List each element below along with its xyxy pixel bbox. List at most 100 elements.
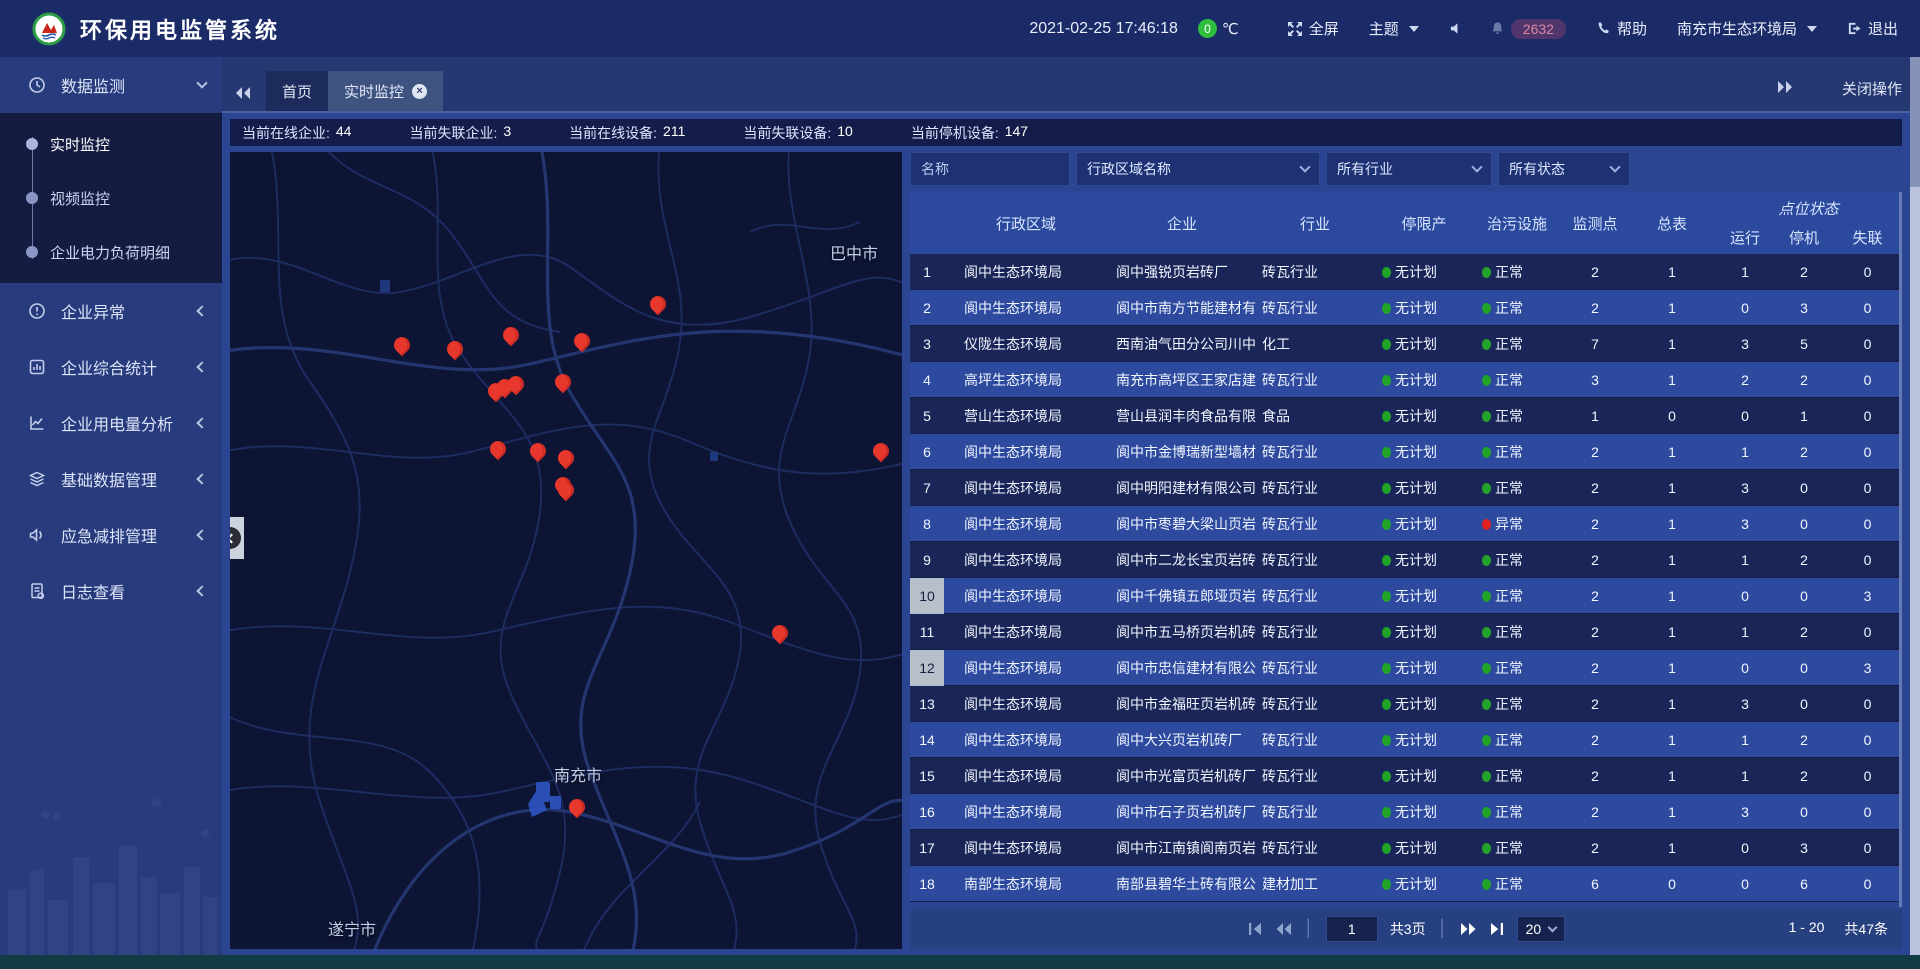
cell-production-status: 无计划: [1374, 766, 1474, 786]
sidebar-item-6[interactable]: 日志查看: [0, 563, 222, 619]
cell-index: 5: [910, 398, 944, 434]
cell-meter-count: 1: [1630, 804, 1714, 820]
table-row[interactable]: 1阆中生态环境局阆中强锐页岩砖厂砖瓦行业无计划正常21120: [910, 254, 1899, 290]
status-dot-green: [1382, 555, 1391, 566]
tab-home[interactable]: 首页: [266, 71, 328, 111]
sidebar-subitem-label: 视频监控: [50, 188, 110, 209]
cell-company: 阆中市金博瑞新型墙材: [1108, 442, 1256, 462]
sidebar-item-5[interactable]: 应急减排管理: [0, 507, 222, 563]
table-row[interactable]: 8阆中生态环境局阆中市枣碧大梁山页岩砖瓦行业无计划异常21300: [910, 506, 1899, 542]
sidebar-subitem-0[interactable]: 实时监控: [0, 117, 222, 171]
cell-company: 阆中市枣碧大梁山页岩: [1108, 514, 1256, 534]
industry-filter-select[interactable]: 所有行业: [1326, 152, 1492, 186]
main-split: 巴中市南充市遂宁市 行政区域名称 所有行业 所有状态 行政区域企业: [230, 152, 1902, 949]
next-page-button[interactable]: [1460, 922, 1477, 936]
sidebar-item-4[interactable]: 基础数据管理: [0, 451, 222, 507]
cell-lost-count: 0: [1832, 732, 1899, 748]
cell-lost-count: 0: [1832, 696, 1899, 712]
table-row[interactable]: 4高坪生态环境局南充市高坪区王家店建砖瓦行业无计划正常31220: [910, 362, 1899, 398]
name-filter-input[interactable]: [910, 152, 1070, 186]
cell-monitor-count: 2: [1560, 480, 1630, 496]
region-filter-select[interactable]: 行政区域名称: [1076, 152, 1320, 186]
sidebar-item-1[interactable]: 企业异常: [0, 283, 222, 339]
table-row[interactable]: 14阆中生态环境局阆中大兴页岩机砖厂砖瓦行业无计划正常21120: [910, 722, 1899, 758]
table-row[interactable]: 16阆中生态环境局阆中市石子页岩机砖厂砖瓦行业无计划正常21300: [910, 794, 1899, 830]
logout-icon: [1847, 21, 1862, 36]
notification-area[interactable]: 2632: [1490, 19, 1566, 39]
fullscreen-label: 全屏: [1309, 18, 1339, 39]
city-skyline-decoration: [0, 795, 222, 955]
page-number-input[interactable]: [1326, 916, 1378, 942]
help-button[interactable]: 帮助: [1596, 18, 1647, 39]
mute-button[interactable]: [1449, 21, 1464, 36]
cell-production-status: 无计划: [1374, 514, 1474, 534]
tabs-forward-button[interactable]: [1776, 79, 1794, 95]
sidebar-item-3[interactable]: 企业用电量分析: [0, 395, 222, 451]
header-cell: 行业: [1256, 192, 1374, 254]
table-row[interactable]: 9阆中生态环境局阆中市二龙长宝页岩砖砖瓦行业无计划正常21120: [910, 542, 1899, 578]
tab-label: 首页: [282, 81, 312, 102]
fullscreen-icon: [1287, 21, 1303, 37]
cell-industry: 砖瓦行业: [1256, 478, 1374, 498]
status-filter-select[interactable]: 所有状态: [1498, 152, 1630, 186]
cell-run-count: 3: [1714, 480, 1776, 496]
org-dropdown[interactable]: 南充市生态环境局: [1677, 18, 1817, 39]
table-row[interactable]: 7阆中生态环境局阆中明阳建材有限公司砖瓦行业无计划正常21300: [910, 470, 1899, 506]
cell-region: 营山生态环境局: [944, 406, 1108, 426]
tabs-collapse-button[interactable]: [234, 85, 252, 101]
table-row[interactable]: 3仪陇生态环境局西南油气田分公司川中化工无计划正常71350: [910, 326, 1899, 362]
table-row[interactable]: 12阆中生态环境局阆中市忠信建材有限公砖瓦行业无计划正常21003: [910, 650, 1899, 686]
sidebar-item-0[interactable]: 数据监测: [0, 57, 222, 113]
table-row[interactable]: 2阆中生态环境局阆中市南方节能建材有砖瓦行业无计划正常21030: [910, 290, 1899, 326]
cell-run-count: 1: [1714, 444, 1776, 460]
sidebar-subitem-1[interactable]: 视频监控: [0, 171, 222, 225]
map-collapse-button[interactable]: [230, 517, 244, 559]
divider: │: [1438, 920, 1448, 938]
right-panel: 行政区域名称 所有行业 所有状态 行政区域企业行业停限产治污设施监测点总表点位状…: [910, 152, 1902, 949]
cell-index: 14: [910, 722, 944, 758]
table-row[interactable]: 6阆中生态环境局阆中市金博瑞新型墙材砖瓦行业无计划正常21120: [910, 434, 1899, 470]
cell-run-count: 0: [1714, 588, 1776, 604]
table-row[interactable]: 17阆中生态环境局阆中市江南镇阆南页岩砖瓦行业无计划正常21030: [910, 830, 1899, 866]
footer-strip: [0, 955, 1920, 969]
tab-realtime-monitor[interactable]: 实时监控 ×: [328, 71, 443, 111]
theme-dropdown[interactable]: 主题: [1369, 18, 1419, 39]
cell-index: 8: [910, 506, 944, 542]
skip-last-icon: [1489, 922, 1505, 936]
status-dot-green: [1482, 627, 1491, 638]
close-operations-button[interactable]: 关闭操作: [1842, 78, 1902, 99]
status-dot-green: [1482, 699, 1491, 710]
table-row[interactable]: 18南部生态环境局南部县碧华土砖有限公建材加工无计划正常60060: [910, 866, 1899, 902]
last-page-button[interactable]: [1489, 922, 1505, 936]
cell-index: 9: [910, 542, 944, 578]
cell-industry: 砖瓦行业: [1256, 730, 1374, 750]
cell-facility-status: 正常: [1474, 262, 1560, 282]
total-count-label: 共47条: [1844, 919, 1888, 939]
prev-page-button[interactable]: [1275, 922, 1292, 936]
page-scrollbar[interactable]: [1910, 57, 1920, 955]
first-page-button[interactable]: [1247, 922, 1263, 936]
page-size-select[interactable]: 20: [1517, 916, 1566, 942]
table-row[interactable]: 13阆中生态环境局阆中市金福旺页岩机砖砖瓦行业无计划正常21300: [910, 686, 1899, 722]
cell-run-count: 3: [1714, 336, 1776, 352]
table-row[interactable]: 5营山生态环境局营山县润丰肉食品有限食品无计划正常10010: [910, 398, 1899, 434]
sidebar-item-2[interactable]: 企业综合统计: [0, 339, 222, 395]
table-row[interactable]: 11阆中生态环境局阆中市五马桥页岩机砖砖瓦行业无计划正常21120: [910, 614, 1899, 650]
map-panel[interactable]: 巴中市南充市遂宁市: [230, 152, 902, 949]
cell-industry: 化工: [1256, 334, 1374, 354]
tab-close-icon[interactable]: ×: [412, 84, 427, 99]
cell-facility-status: 正常: [1474, 442, 1560, 462]
table-row[interactable]: 10阆中生态环境局阆中千佛镇五郎垭页岩砖瓦行业无计划正常21003: [910, 578, 1899, 614]
scrollbar-thumb[interactable]: [1910, 57, 1920, 187]
chevron-down-icon: [1299, 161, 1310, 172]
status-dot-green: [1382, 699, 1391, 710]
table-row[interactable]: 15阆中生态环境局阆中市光富页岩机砖厂砖瓦行业无计划正常21120: [910, 758, 1899, 794]
sidebar-subitem-2[interactable]: 企业电力负荷明细: [0, 225, 222, 279]
cell-index: 2: [910, 290, 944, 326]
logout-button[interactable]: 退出: [1847, 18, 1898, 39]
chevron-down-icon: [1471, 161, 1482, 172]
org-name: 南充市生态环境局: [1677, 18, 1797, 39]
cell-lost-count: 0: [1832, 624, 1899, 640]
cell-region: 阆中生态环境局: [944, 262, 1108, 282]
fullscreen-button[interactable]: 全屏: [1287, 18, 1339, 39]
